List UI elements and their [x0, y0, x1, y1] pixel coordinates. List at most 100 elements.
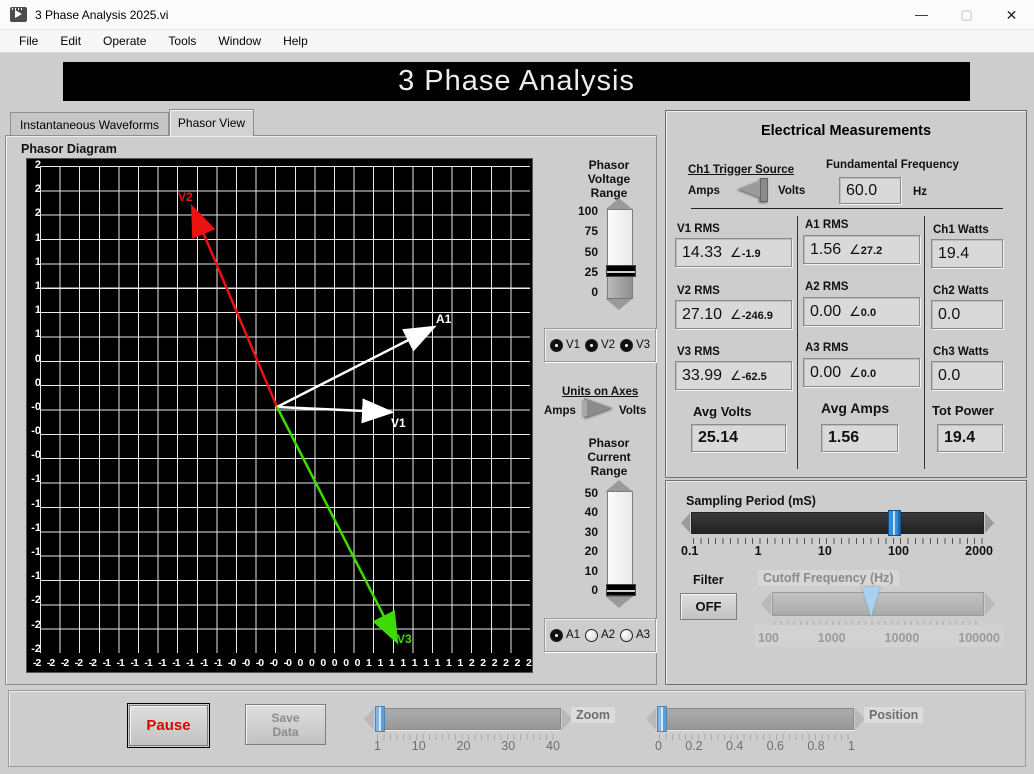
pause-button[interactable]: Pause: [129, 705, 208, 746]
position-label: Position: [864, 707, 923, 723]
current-range-handle[interactable]: [606, 584, 636, 596]
sampling-right-arrow[interactable]: [985, 513, 994, 533]
radio-a3[interactable]: A3: [620, 629, 650, 642]
ch1-watts-label: Ch1 Watts: [933, 224, 989, 236]
avg-amps-value: 1.56: [821, 424, 898, 452]
save-data-button[interactable]: SaveData: [245, 704, 326, 745]
avg-volts-value: 25.14: [691, 424, 786, 452]
tab-instantaneous-waveforms[interactable]: Instantaneous Waveforms: [10, 112, 169, 136]
units-amps-label: Amps: [544, 405, 576, 417]
zoom-slider[interactable]: [375, 708, 561, 730]
radio-v1[interactable]: V1: [550, 339, 580, 352]
menu-edit[interactable]: Edit: [49, 30, 92, 52]
position-slider[interactable]: [657, 708, 854, 730]
minimize-button[interactable]: —: [899, 0, 944, 30]
sampling-handle[interactable]: [888, 510, 901, 536]
units-switch[interactable]: [584, 398, 612, 418]
menu-window[interactable]: Window: [207, 30, 272, 52]
slider-down-arrow[interactable]: [606, 597, 632, 608]
phasor-vector-V2: [194, 211, 277, 407]
hz-unit-label: Hz: [913, 186, 927, 198]
cutoff-left-arrow: [761, 593, 771, 615]
tot-power-label: Tot Power: [932, 403, 994, 418]
sampling-period-label: Sampling Period (mS): [686, 494, 816, 508]
bottom-control-bar: Pause SaveData 110203040 Zoom 00.20.40.6…: [8, 690, 1026, 767]
radio-v2-icon[interactable]: [585, 339, 598, 352]
v3-rms-value: 33.99 ∠-62.5: [675, 361, 792, 390]
filter-off-button[interactable]: OFF: [680, 593, 737, 620]
a3-rms-value: 0.00 ∠0.0: [803, 358, 920, 387]
radio-a2-icon[interactable]: [585, 629, 598, 642]
radio-v2[interactable]: V2: [585, 339, 615, 352]
x-axis-labels: -2-2-2-2-2-1-1-1-1-1-1-1-1-1-0-0-0-0-000…: [33, 657, 531, 669]
v3-rms-label: V3 RMS: [677, 346, 720, 358]
banner: 3 Phase Analysis: [63, 62, 970, 101]
voltage-range-handle[interactable]: [606, 265, 636, 277]
voltage-range-scale: 1007550250: [576, 206, 598, 298]
a1-rms-label: A1 RMS: [805, 219, 848, 231]
v2-rms-label: V2 RMS: [677, 285, 720, 297]
title-bar: 3 Phase Analysis 2025.vi — ▢ ✕: [0, 0, 1034, 30]
menu-help[interactable]: Help: [272, 30, 319, 52]
zoom-label: Zoom: [571, 707, 615, 723]
position-handle[interactable]: [657, 706, 667, 732]
radio-v3[interactable]: V3: [620, 339, 650, 352]
divider: [797, 216, 798, 469]
trigger-amps-label: Amps: [688, 185, 720, 197]
a2-rms-label: A2 RMS: [805, 281, 848, 293]
phasor-plot[interactable]: 2221111100-0-0-0-1-1-1-1-1-2-2-2 V2A1V1V…: [26, 158, 533, 673]
trigger-switch[interactable]: [738, 179, 764, 199]
sampling-slider[interactable]: [691, 512, 984, 534]
radio-a1-icon[interactable]: [550, 629, 563, 642]
phasor-label-A1: A1: [436, 312, 451, 326]
radio-v3-icon[interactable]: [620, 339, 633, 352]
sampling-left-arrow[interactable]: [681, 513, 690, 533]
cutoff-scale: 100100010000100000: [754, 625, 1004, 647]
voltage-range-slider[interactable]: [606, 198, 634, 310]
phasor-label-V1: V1: [391, 416, 406, 430]
units-on-axes-label: Units on Axes: [562, 386, 638, 398]
ch2-watts-label: Ch2 Watts: [933, 285, 989, 297]
menu-tools[interactable]: Tools: [157, 30, 207, 52]
radio-v1-icon[interactable]: [550, 339, 563, 352]
slider-up-arrow[interactable]: [606, 480, 632, 491]
v2-rms-value: 27.10 ∠-246.9: [675, 300, 792, 329]
measurements-title: Electrical Measurements: [666, 123, 1026, 139]
tab-phasor-view[interactable]: Phasor View: [169, 109, 254, 136]
v1-rms-label: V1 RMS: [677, 223, 720, 235]
radio-a3-icon[interactable]: [620, 629, 633, 642]
zoom-left-arrow[interactable]: [364, 708, 374, 730]
fundamental-frequency-field[interactable]: 60.0: [839, 177, 901, 204]
zoom-handle[interactable]: [375, 706, 385, 732]
banner-title: 3 Phase Analysis: [398, 65, 635, 98]
divider: [691, 208, 1003, 209]
slider-up-arrow[interactable]: [606, 198, 632, 209]
radio-a1[interactable]: A1: [550, 629, 580, 642]
position-scale: 00.20.40.60.81: [655, 739, 855, 753]
voltage-range-title: PhasorVoltageRange: [564, 158, 654, 200]
slider-down-arrow[interactable]: [606, 299, 632, 310]
current-range-scale: 50403020100: [576, 488, 598, 596]
voltage-channel-selector: V1 V2 V3: [544, 328, 656, 362]
position-left-arrow[interactable]: [646, 708, 656, 730]
phasor-label-V2: V2: [178, 190, 193, 204]
labview-app-icon: [10, 7, 27, 22]
phasor-view-page: Phasor Diagram 2221111100-0-0-0-1-1-1-1-…: [5, 135, 657, 685]
a3-rms-label: A3 RMS: [805, 342, 848, 354]
sampling-panel: Sampling Period (mS) 0.11101002000 Filte…: [665, 480, 1027, 685]
maximize-button[interactable]: ▢: [944, 0, 989, 30]
divider: [924, 216, 925, 469]
close-button[interactable]: ✕: [989, 0, 1034, 30]
current-range-slider[interactable]: [606, 480, 634, 608]
menu-operate[interactable]: Operate: [92, 30, 157, 52]
filter-label: Filter: [693, 573, 724, 587]
ch2-watts-value: 0.0: [931, 300, 1003, 329]
menu-file[interactable]: File: [8, 30, 49, 52]
cutoff-frequency-label: Cutoff Frequency (Hz): [758, 570, 899, 586]
current-channel-selector: A1 A2 A3: [544, 618, 656, 652]
ch3-watts-value: 0.0: [931, 361, 1003, 390]
current-range-title: PhasorCurrentRange: [564, 436, 654, 478]
phasor-label-V3: V3: [397, 632, 412, 646]
phasor-vector-V3: [277, 407, 395, 638]
radio-a2[interactable]: A2: [585, 629, 615, 642]
